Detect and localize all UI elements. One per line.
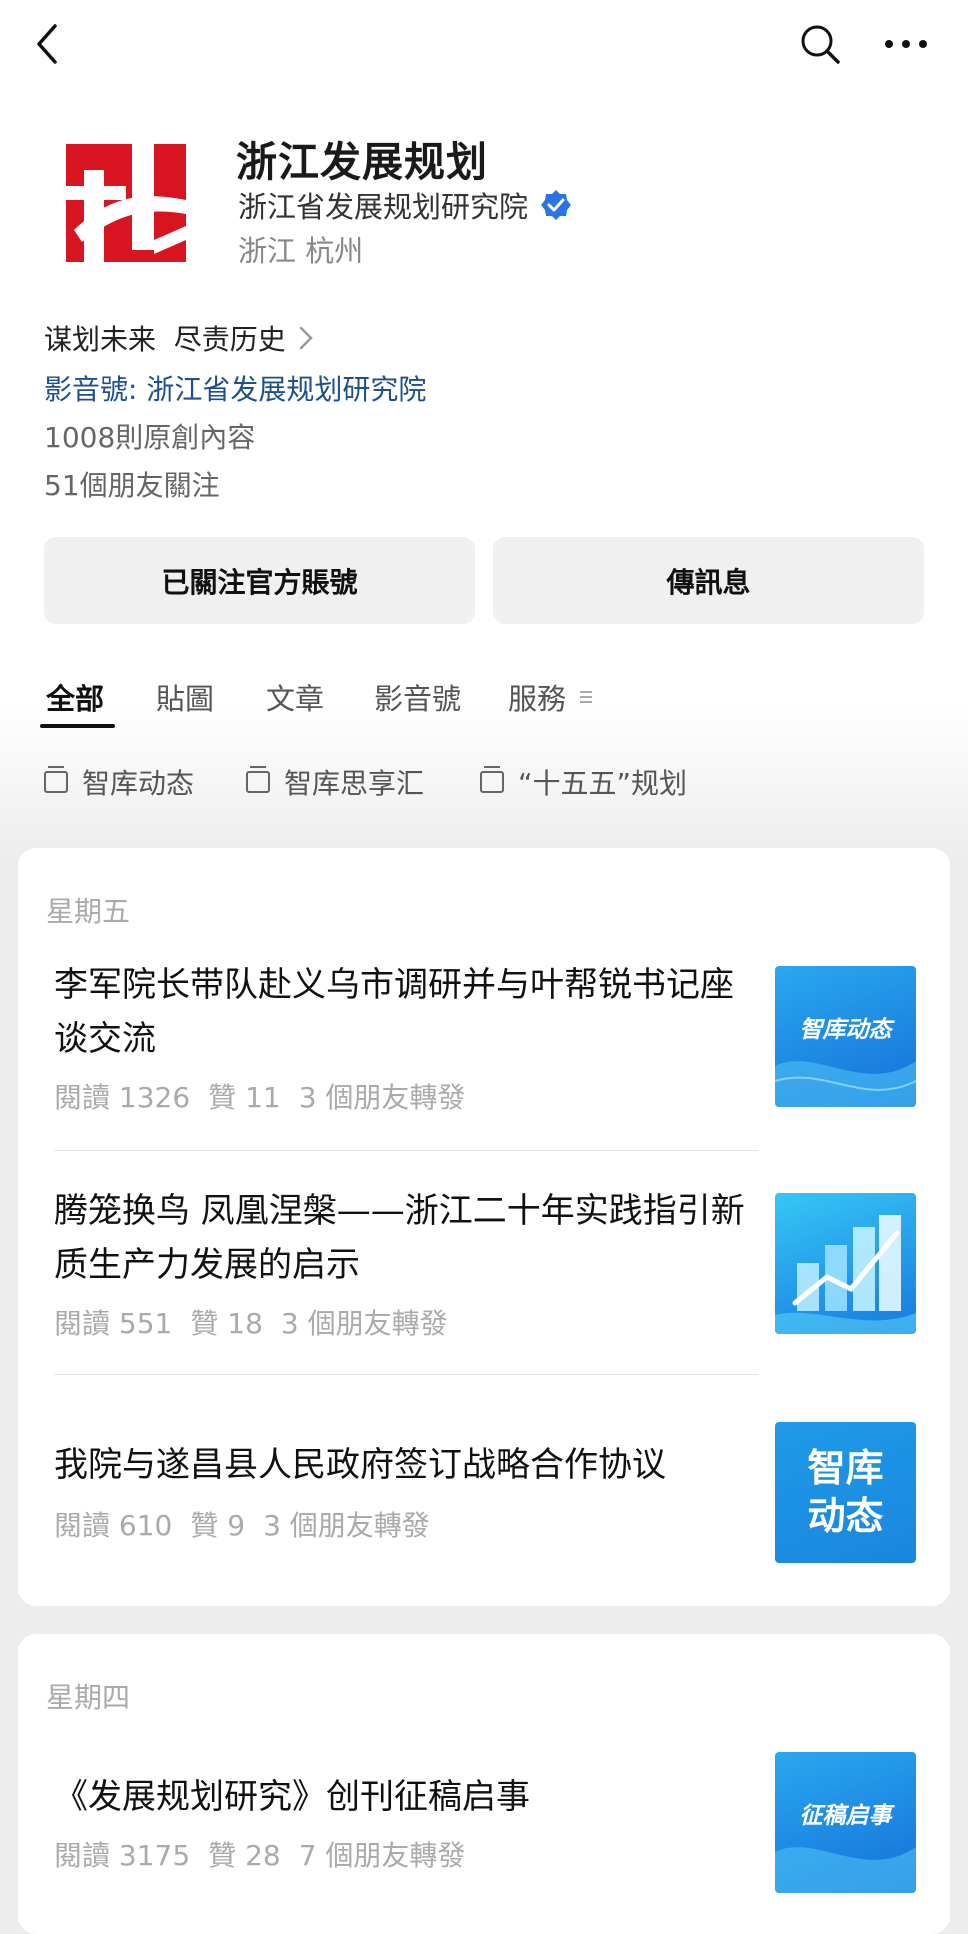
tab-all[interactable]: 全部 xyxy=(46,676,104,718)
collection-label: 智库动态 xyxy=(82,767,195,800)
account-location: 浙江 杭州 xyxy=(238,234,364,268)
account-slogan: 谋划未来 尽责历史 xyxy=(44,323,286,356)
group-day-label: 星期五 xyxy=(46,895,131,928)
chevron-left-icon xyxy=(37,24,57,64)
tab-services-label: 服務 xyxy=(508,682,567,716)
more-button[interactable] xyxy=(876,14,936,74)
article-title[interactable]: 李军院长带队赴义乌市调研并与叶帮锐书记座谈交流 xyxy=(54,958,754,1066)
divider xyxy=(54,1374,758,1375)
article-shares: 3 個朋友轉發 xyxy=(298,1081,466,1114)
thumbnail-text-line2: 动态 xyxy=(807,1494,884,1538)
article-shares: 7 個朋友轉發 xyxy=(298,1839,466,1872)
article-meta: 閱讀 551 贊 18 3 個朋友轉發 xyxy=(54,1302,466,1342)
more-icon xyxy=(885,40,927,48)
chart-illustration-image xyxy=(775,1215,916,1334)
tab-articles[interactable]: 文章 xyxy=(266,676,324,718)
article-reads: 閱讀 3175 xyxy=(54,1839,191,1872)
article-likes: 贊 11 xyxy=(208,1081,281,1114)
article-title[interactable]: 腾笼换鸟 凤凰涅槃——浙江二十年实践指引新质生产力发展的启示 xyxy=(54,1184,754,1292)
article-thumbnail[interactable]: 智库 动态 xyxy=(775,1422,916,1563)
tab-services[interactable]: 服務 xyxy=(508,676,594,718)
collection-label: “十五五”规划 xyxy=(518,767,688,800)
account-logo-image xyxy=(66,130,186,262)
account-org: 浙江省发展规划研究院 xyxy=(238,190,529,224)
article-thumbnail[interactable]: 征稿启事 xyxy=(775,1752,916,1893)
tab-posts[interactable]: 貼圖 xyxy=(156,676,214,718)
thumbnail-text: 智库动态 xyxy=(799,1017,892,1043)
article-likes: 贊 9 xyxy=(190,1509,246,1542)
group-day-label: 星期四 xyxy=(46,1681,131,1714)
collection-label: 智库思享汇 xyxy=(284,767,425,800)
chevron-right-icon xyxy=(299,326,313,350)
article-thumbnail[interactable]: 智库动态 xyxy=(775,966,916,1107)
article-shares: 3 個朋友轉發 xyxy=(280,1307,448,1340)
account-org-row: 浙江省发展规划研究院 xyxy=(238,184,572,226)
article-title[interactable]: 我院与遂昌县人民政府签订战略合作协议 xyxy=(54,1438,754,1492)
article-reads: 閱讀 1326 xyxy=(54,1081,191,1114)
article-meta: 閱讀 610 贊 9 3 個朋友轉發 xyxy=(54,1504,448,1544)
article-likes: 贊 18 xyxy=(190,1307,263,1340)
collection-think-tank-forum[interactable]: 智库思享汇 xyxy=(246,762,424,802)
friends-follow-count[interactable]: 51個朋友關注 xyxy=(44,464,220,504)
article-meta: 閱讀 3175 贊 28 7 個朋友轉發 xyxy=(54,1834,483,1874)
verified-badge-icon xyxy=(541,190,572,220)
collection-icon xyxy=(480,766,504,793)
collection-icon xyxy=(246,766,270,793)
article-group-card: 星期五 李军院长带队赴义乌市调研并与叶帮锐书记座谈交流 閱讀 1326 贊 11 3… xyxy=(18,848,950,1606)
thumbnail-text: 征稿启事 xyxy=(799,1803,892,1829)
slogan-row[interactable]: 谋划未来 尽责历史 xyxy=(44,318,314,358)
message-button[interactable]: 傳訊息 xyxy=(493,537,924,624)
menu-icon xyxy=(580,691,593,703)
channels-link[interactable]: 影音號: 浙江省发展规划研究院 xyxy=(44,368,426,408)
tab-channels[interactable]: 影音號 xyxy=(374,676,461,718)
account-name: 浙江发展规划 xyxy=(236,138,488,186)
original-count: 1008則原創內容 xyxy=(44,421,256,454)
search-button[interactable] xyxy=(790,14,850,74)
back-button[interactable] xyxy=(18,14,78,74)
article-title[interactable]: 《发展规划研究》创刊征稿启事 xyxy=(54,1770,754,1824)
account-logo[interactable] xyxy=(66,130,186,262)
search-icon xyxy=(801,25,840,64)
article-reads: 閱讀 610 xyxy=(54,1509,173,1542)
collection-icon xyxy=(44,766,68,793)
follow-button[interactable]: 已關注官方賬號 xyxy=(44,537,475,624)
collection-think-tank-news[interactable]: 智库动态 xyxy=(44,762,194,802)
article-shares: 3 個朋友轉發 xyxy=(263,1509,430,1542)
tab-active-indicator xyxy=(40,724,115,728)
article-group-card: 星期四 《发展规划研究》创刊征稿启事 閱讀 3175 贊 28 7 個朋友轉發 征稿… xyxy=(18,1634,950,1934)
article-meta: 閱讀 1326 贊 11 3 個朋友轉發 xyxy=(54,1076,483,1116)
collection-15th-plan[interactable]: “十五五”规划 xyxy=(480,762,687,802)
thumbnail-text-line1: 智库 xyxy=(807,1446,884,1490)
article-thumbnail[interactable] xyxy=(775,1193,916,1334)
divider xyxy=(54,1150,758,1151)
article-reads: 閱讀 551 xyxy=(54,1307,173,1340)
article-likes: 贊 28 xyxy=(208,1839,281,1872)
thumbnail-text: 智库 动态 xyxy=(775,1444,916,1540)
